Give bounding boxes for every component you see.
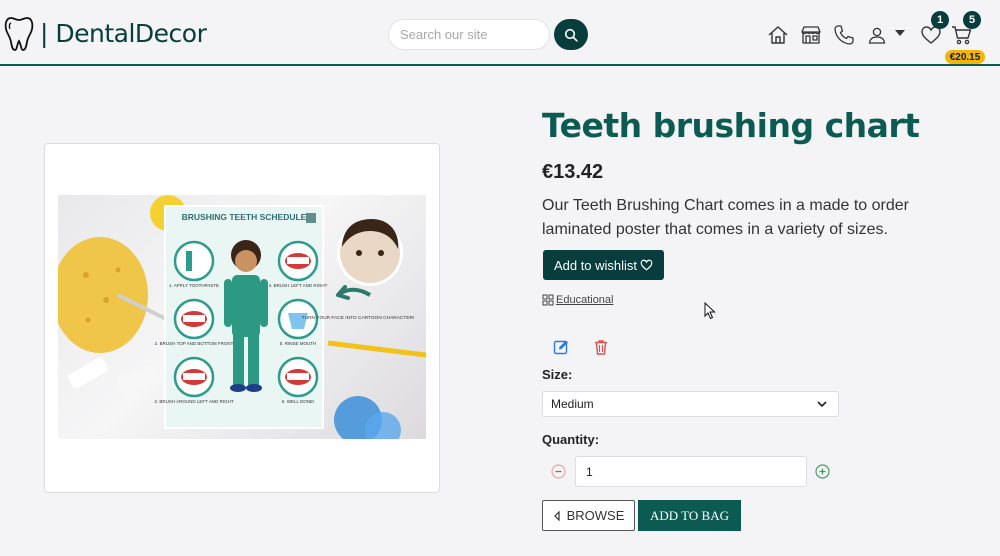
search-button[interactable] xyxy=(554,19,588,50)
quantity-input[interactable] xyxy=(575,456,807,487)
search-input[interactable] xyxy=(388,19,550,50)
poster-step: 1. APPLY TOOTHPASTE xyxy=(169,283,219,288)
browse-label: BROWSE xyxy=(566,508,625,523)
chevron-left-icon xyxy=(553,510,560,521)
quantity-label: Quantity: xyxy=(542,432,600,447)
size-select-value: Medium xyxy=(551,397,594,411)
logo-text: | DentalDecor xyxy=(40,18,207,48)
phone-icon[interactable] xyxy=(833,24,855,46)
category-tag[interactable]: Educational xyxy=(542,294,614,306)
poster-photo-illustration: BRUSHING TEETH SCHEDULE 1. APPLY TOOTHPA… xyxy=(58,195,426,439)
heart-outline-icon xyxy=(640,259,653,271)
product-description: Our Teeth Brushing Chart comes in a made… xyxy=(542,197,909,238)
mouse-cursor-icon xyxy=(704,302,716,320)
product-title: Teeth brushing chart xyxy=(542,106,920,145)
cart-total-badge: €20.15 xyxy=(945,50,985,64)
browse-button[interactable]: BROWSE xyxy=(542,500,635,531)
tooth-logo-icon xyxy=(4,17,34,51)
add-to-wishlist-label: Add to wishlist xyxy=(553,257,638,273)
product-price: €13.42 xyxy=(542,161,604,183)
poster-step: 6. WELL DONE! xyxy=(282,399,315,404)
search-icon xyxy=(564,28,578,42)
poster-step: 3. BRUSH AROUND LEFT AND RIGHT xyxy=(154,399,233,404)
store-icon[interactable] xyxy=(800,24,822,46)
add-to-bag-button[interactable]: ADD TO BAG xyxy=(638,500,741,531)
logo[interactable]: | DentalDecor xyxy=(4,14,207,52)
size-label: Size: xyxy=(542,367,573,382)
edit-icon[interactable] xyxy=(553,339,569,355)
user-icon[interactable] xyxy=(866,24,888,46)
add-to-wishlist-button[interactable]: Add to wishlist xyxy=(543,250,664,280)
poster-step: 5. RINSE MOUTH xyxy=(280,341,317,346)
trash-icon[interactable] xyxy=(593,339,609,355)
home-icon[interactable] xyxy=(767,24,789,46)
chevron-down-icon xyxy=(817,401,827,408)
size-select[interactable]: Medium xyxy=(542,391,839,417)
poster-step: 2. BRUSH TOP AND BOTTOM FRONT xyxy=(155,341,234,346)
category-link[interactable]: Educational xyxy=(556,294,614,306)
wishlist-count-badge: 1 xyxy=(931,11,949,29)
poster-step: 4. BRUSH LEFT AND RIGHT xyxy=(269,283,328,288)
cart-count-badge: 5 xyxy=(963,11,981,29)
plus-icon[interactable] xyxy=(815,464,830,479)
site-header: | DentalDecor 1 5 €20.15 xyxy=(0,0,1000,66)
product-image: BRUSHING TEETH SCHEDULE 1. APPLY TOOTHPA… xyxy=(58,195,426,439)
poster-side-note: TURN YOUR FACE INTO CARTOON CHARACTER! xyxy=(302,315,415,321)
chevron-down-icon[interactable] xyxy=(893,28,907,38)
tag-icon xyxy=(542,294,554,306)
poster-title: BRUSHING TEETH SCHEDULE xyxy=(182,212,307,222)
minus-icon[interactable] xyxy=(551,464,566,479)
